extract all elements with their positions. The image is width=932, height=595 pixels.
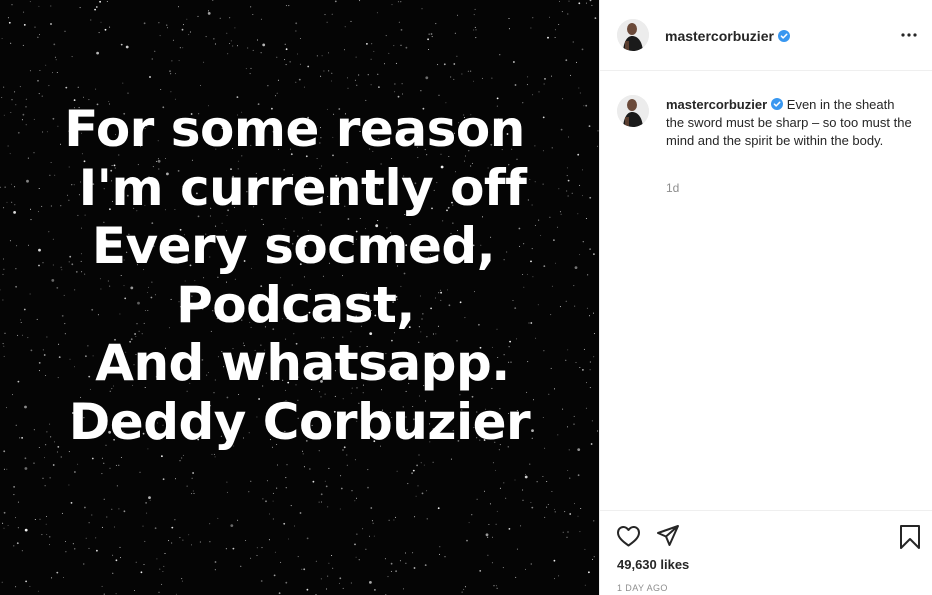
- image-text-line: For some reason: [64, 100, 525, 158]
- avatar-image: [617, 19, 649, 51]
- post-image[interactable]: For some reason I'm currently off Every …: [0, 0, 599, 595]
- post-image-text: For some reason I'm currently off Every …: [0, 100, 599, 451]
- post-header: mastercorbuzier: [600, 0, 932, 71]
- post-caption: mastercorbuzier Even in the sheath the s…: [666, 96, 916, 150]
- image-text-line: Podcast,: [176, 275, 415, 334]
- share-icon[interactable]: [656, 524, 680, 553]
- post-sidebar: mastercorbuzier mastercorbuzier Even in …: [599, 0, 932, 595]
- image-text-line: Every socmed,: [91, 217, 496, 275]
- post-actions: 49,630 likes 1 DAY AGO: [600, 510, 932, 595]
- more-options-icon[interactable]: [899, 25, 919, 45]
- caption-avatar[interactable]: [617, 95, 649, 127]
- verified-badge-icon: [771, 98, 784, 110]
- likes-count[interactable]: 49,630 likes: [617, 557, 689, 572]
- heart-icon[interactable]: [616, 524, 641, 553]
- post-date[interactable]: 1 DAY AGO: [617, 583, 668, 593]
- caption-username[interactable]: mastercorbuzier: [666, 97, 784, 112]
- verified-badge-icon: [777, 30, 790, 42]
- caption-time-ago[interactable]: 1d: [666, 181, 679, 195]
- bookmark-icon[interactable]: [899, 524, 921, 555]
- comments-section: mastercorbuzier Even in the sheath the s…: [600, 72, 932, 509]
- avatar[interactable]: [617, 19, 649, 51]
- image-text-line: And whatsapp.: [95, 334, 510, 392]
- image-text-line: Deddy Corbuzier: [68, 392, 531, 451]
- avatar-image: [617, 95, 649, 127]
- image-text-line: I'm currently off: [78, 158, 527, 217]
- header-username[interactable]: mastercorbuzier: [665, 28, 790, 44]
